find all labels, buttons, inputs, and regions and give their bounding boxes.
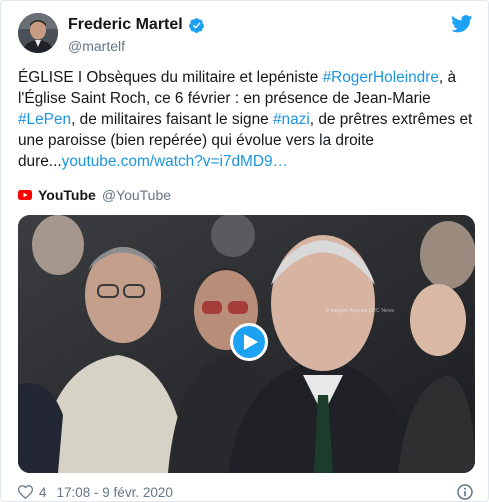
twitter-bird-icon[interactable] — [451, 15, 473, 33]
video-watermark: © Images Agence LDC News — [325, 308, 395, 314]
author-names: Frederic Martel @martelf — [68, 15, 205, 54]
card-source-handle[interactable]: @YouTube — [102, 187, 171, 203]
heart-icon[interactable] — [18, 485, 33, 499]
card-source[interactable]: YouTube @YouTube — [18, 185, 171, 205]
info-icon[interactable] — [457, 484, 473, 500]
card-source-name[interactable]: YouTube — [38, 187, 96, 203]
avatar[interactable] — [18, 13, 58, 53]
author-handle[interactable]: @martelf — [68, 38, 205, 54]
hashtag-link-rogerholeindre[interactable]: #RogerHoleindre — [323, 69, 439, 86]
tweet-footer: 4 17:08 - 9 févr. 2020 — [18, 483, 473, 501]
tweet-timestamp[interactable]: 17:08 - 9 févr. 2020 — [57, 485, 173, 500]
hashtag-link-nazi[interactable]: #nazi — [273, 111, 310, 128]
youtube-logo-icon — [18, 190, 32, 200]
tweet-text: ÉGLISE I Obsèques du militaire et lepéni… — [18, 67, 473, 172]
tweet-text-segment: , de militaires faisant le signe — [71, 111, 273, 128]
embedded-tweet-card: Frederic Martel @martelf ÉGLISE I Obsèqu… — [0, 0, 489, 502]
verified-badge-icon — [188, 17, 204, 33]
tweet-header: Frederic Martel @martelf — [18, 13, 473, 57]
hashtag-link-lepen[interactable]: #LePen — [18, 111, 71, 128]
display-name-row: Frederic Martel — [68, 15, 205, 35]
youtube-url-link[interactable]: youtube.com/watch?v=i7dMD9… — [62, 153, 288, 170]
play-icon — [243, 334, 258, 350]
play-button[interactable] — [230, 323, 268, 361]
video-thumbnail[interactable]: © Images Agence LDC News — [18, 215, 475, 473]
tweet-text-segment: ÉGLISE I Obsèques du militaire et lepéni… — [18, 69, 323, 86]
like-count[interactable]: 4 — [39, 485, 47, 500]
display-name[interactable]: Frederic Martel — [68, 16, 183, 34]
